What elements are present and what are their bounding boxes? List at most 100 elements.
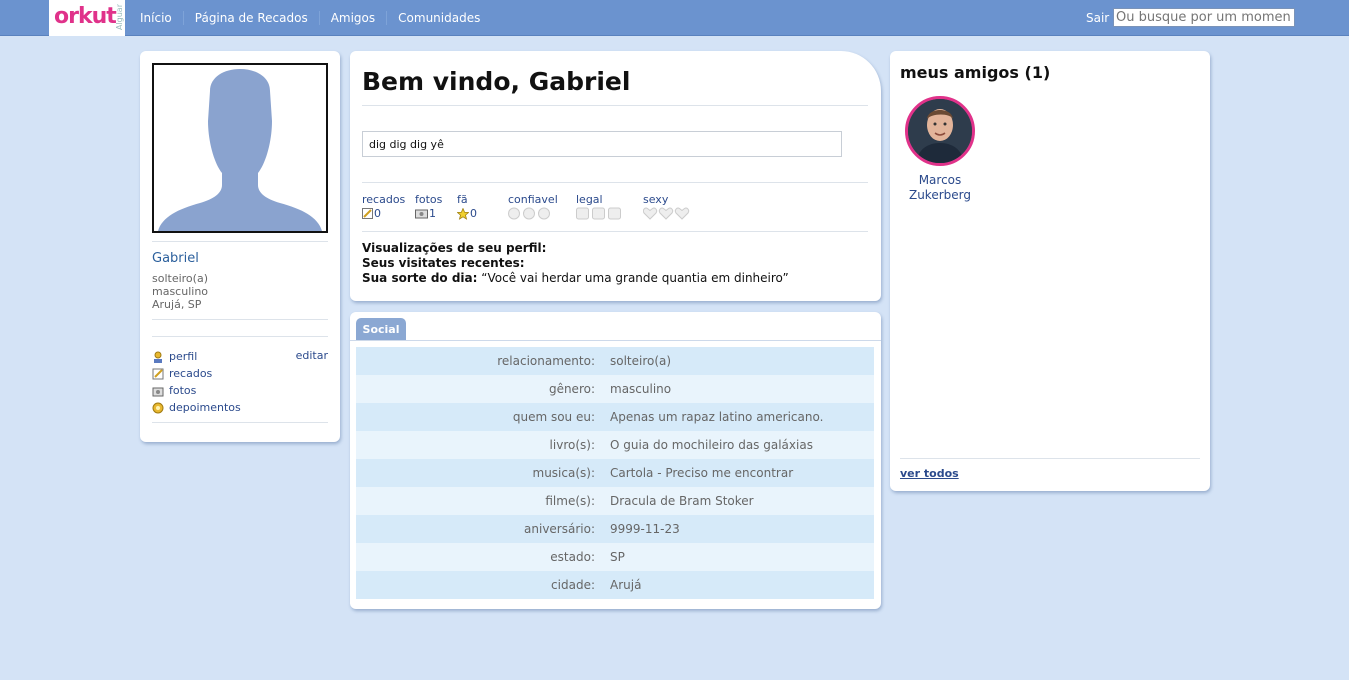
field-value: Dracula de Bram Stoker <box>610 494 754 508</box>
table-row: livro(s): O guia do mochileiro das galáxi… <box>356 431 874 459</box>
field-label: filme(s): <box>545 494 595 508</box>
divider <box>900 458 1200 459</box>
field-label: gênero: <box>548 382 595 396</box>
stat-label: fã <box>457 193 468 206</box>
stat-label: confiavel <box>508 193 558 206</box>
table-row: quem sou eu: Apenas um rapaz latino ameri… <box>356 403 874 431</box>
status-message-field[interactable]: dig dig dig yê <box>362 131 842 157</box>
ice-cube-icon <box>576 207 621 220</box>
nav-pagina-de-recados[interactable]: Página de Recados <box>182 11 319 25</box>
stat-label: sexy <box>643 193 669 206</box>
stat-fa[interactable]: fã 0 <box>457 193 477 220</box>
divider <box>152 319 328 320</box>
field-value: masculino <box>610 382 672 396</box>
stat-legal[interactable]: legal <box>576 193 622 220</box>
table-row: aniversário: 9999-11-23 <box>356 515 874 543</box>
field-value: Apenas um rapaz latino americano. <box>610 410 824 424</box>
menu-item-perfil[interactable]: perfil editar <box>152 348 328 365</box>
friend-photo-icon <box>908 99 972 163</box>
scrap-icon <box>152 368 164 380</box>
location: Arujá, SP <box>152 298 202 311</box>
smiley-icon <box>508 207 550 220</box>
table-row: estado: SP <box>356 543 874 571</box>
rating-smileys <box>508 207 558 220</box>
visitors-label: Seus visitates recentes: <box>362 256 525 270</box>
welcome-card: Bem vindo, Gabriel dig dig dig yê recado… <box>350 51 881 301</box>
stat-value: 0 <box>470 207 477 220</box>
social-table: relacionamento: solteiro(a) gênero: mascul… <box>356 347 874 599</box>
luck-text: “Você vai herdar uma grande quantia em d… <box>481 271 789 285</box>
star-icon <box>457 207 469 220</box>
luck-label: Sua sorte do dia: <box>362 271 478 285</box>
divider <box>362 105 868 106</box>
field-label: estado: <box>550 550 595 564</box>
divider <box>152 241 328 242</box>
heart-icon <box>643 207 690 220</box>
field-value: 9999-11-23 <box>610 522 680 536</box>
table-row: filme(s): Dracula de Bram Stoker <box>356 487 874 515</box>
camera-icon <box>415 209 428 219</box>
divider <box>152 422 328 423</box>
field-value: solteiro(a) <box>610 354 672 368</box>
friend-name[interactable]: Marcos Zukerberg <box>903 173 977 203</box>
menu-item-recados[interactable]: recados <box>152 365 328 382</box>
main-nav: Início Página de Recados Amigos Comunida… <box>140 11 491 25</box>
menu-item-depoimentos[interactable]: depoimentos <box>152 399 328 416</box>
testimonial-icon <box>152 402 164 414</box>
stat-value: 1 <box>429 207 436 220</box>
tab-underline <box>350 340 881 341</box>
field-value: Cartola - Preciso me encontrar <box>610 466 794 480</box>
see-all-friends-link[interactable]: ver todos <box>900 467 959 480</box>
relationship-status: solteiro(a) <box>152 272 208 285</box>
field-value: SP <box>610 550 625 564</box>
tab-social[interactable]: Social <box>356 318 406 341</box>
stat-value: 0 <box>374 207 381 220</box>
friend-item[interactable]: Marcos Zukerberg <box>903 96 977 203</box>
scrap-icon <box>362 208 373 219</box>
profile-summary: Visualizações de seu perfil: Seus visita… <box>362 241 789 286</box>
page-title: Bem vindo, Gabriel <box>362 67 631 96</box>
friends-title: meus amigos (1) <box>900 63 1051 82</box>
table-row: cidade: Arujá <box>356 571 874 599</box>
gender: masculino <box>152 285 209 298</box>
rating-hearts <box>643 207 691 220</box>
profile-photo[interactable] <box>152 63 328 233</box>
nav-comunidades[interactable]: Comunidades <box>386 11 491 25</box>
stat-label: legal <box>576 193 603 206</box>
orkut-logo[interactable]: orkut Alguar <box>49 0 125 36</box>
field-label: relacionamento: <box>497 354 595 368</box>
stat-sexy[interactable]: sexy <box>643 193 691 220</box>
menu-item-label[interactable]: recados <box>169 367 212 380</box>
table-row: gênero: masculino <box>356 375 874 403</box>
divider <box>362 231 868 232</box>
profile-icon <box>152 351 164 363</box>
search-input[interactable] <box>1113 8 1295 27</box>
nav-amigos[interactable]: Amigos <box>318 11 386 25</box>
profile-menu: perfil editar recados fotos depoimentos <box>152 348 328 416</box>
social-card: Social relacionamento: solteiro(a) gênero… <box>350 312 881 609</box>
profile-name[interactable]: Gabriel <box>152 251 199 266</box>
logo-text: orkut <box>54 4 117 29</box>
menu-item-label[interactable]: fotos <box>169 384 196 397</box>
field-label: aniversário: <box>524 522 595 536</box>
stat-confiavel[interactable]: confiavel <box>508 193 558 220</box>
menu-item-label[interactable]: perfil <box>169 350 197 363</box>
nav-inicio[interactable]: Início <box>140 11 183 25</box>
logout-link[interactable]: Sair <box>1086 11 1109 25</box>
stat-recados[interactable]: recados 0 <box>362 193 405 220</box>
profile-stats: recados 0 fotos 1 fã 0 confiavel legal s… <box>362 193 868 221</box>
friends-card: meus amigos (1) Marcos Zukerberg ver tod… <box>890 51 1210 491</box>
stat-label: fotos <box>415 193 443 206</box>
field-label: cidade: <box>551 578 595 592</box>
friend-avatar[interactable] <box>905 96 975 166</box>
menu-item-label[interactable]: depoimentos <box>169 401 241 414</box>
camera-icon <box>152 385 164 397</box>
default-avatar-icon <box>158 69 322 231</box>
stat-label: recados <box>362 193 406 206</box>
profile-card: Gabriel solteiro(a) masculino Arujá, SP … <box>140 51 340 442</box>
stat-fotos[interactable]: fotos 1 <box>415 193 442 220</box>
edit-profile-link[interactable]: editar <box>296 349 328 362</box>
menu-item-fotos[interactable]: fotos <box>152 382 328 399</box>
field-label: livro(s): <box>549 438 595 452</box>
profile-info: solteiro(a) masculino Arujá, SP <box>152 272 208 311</box>
